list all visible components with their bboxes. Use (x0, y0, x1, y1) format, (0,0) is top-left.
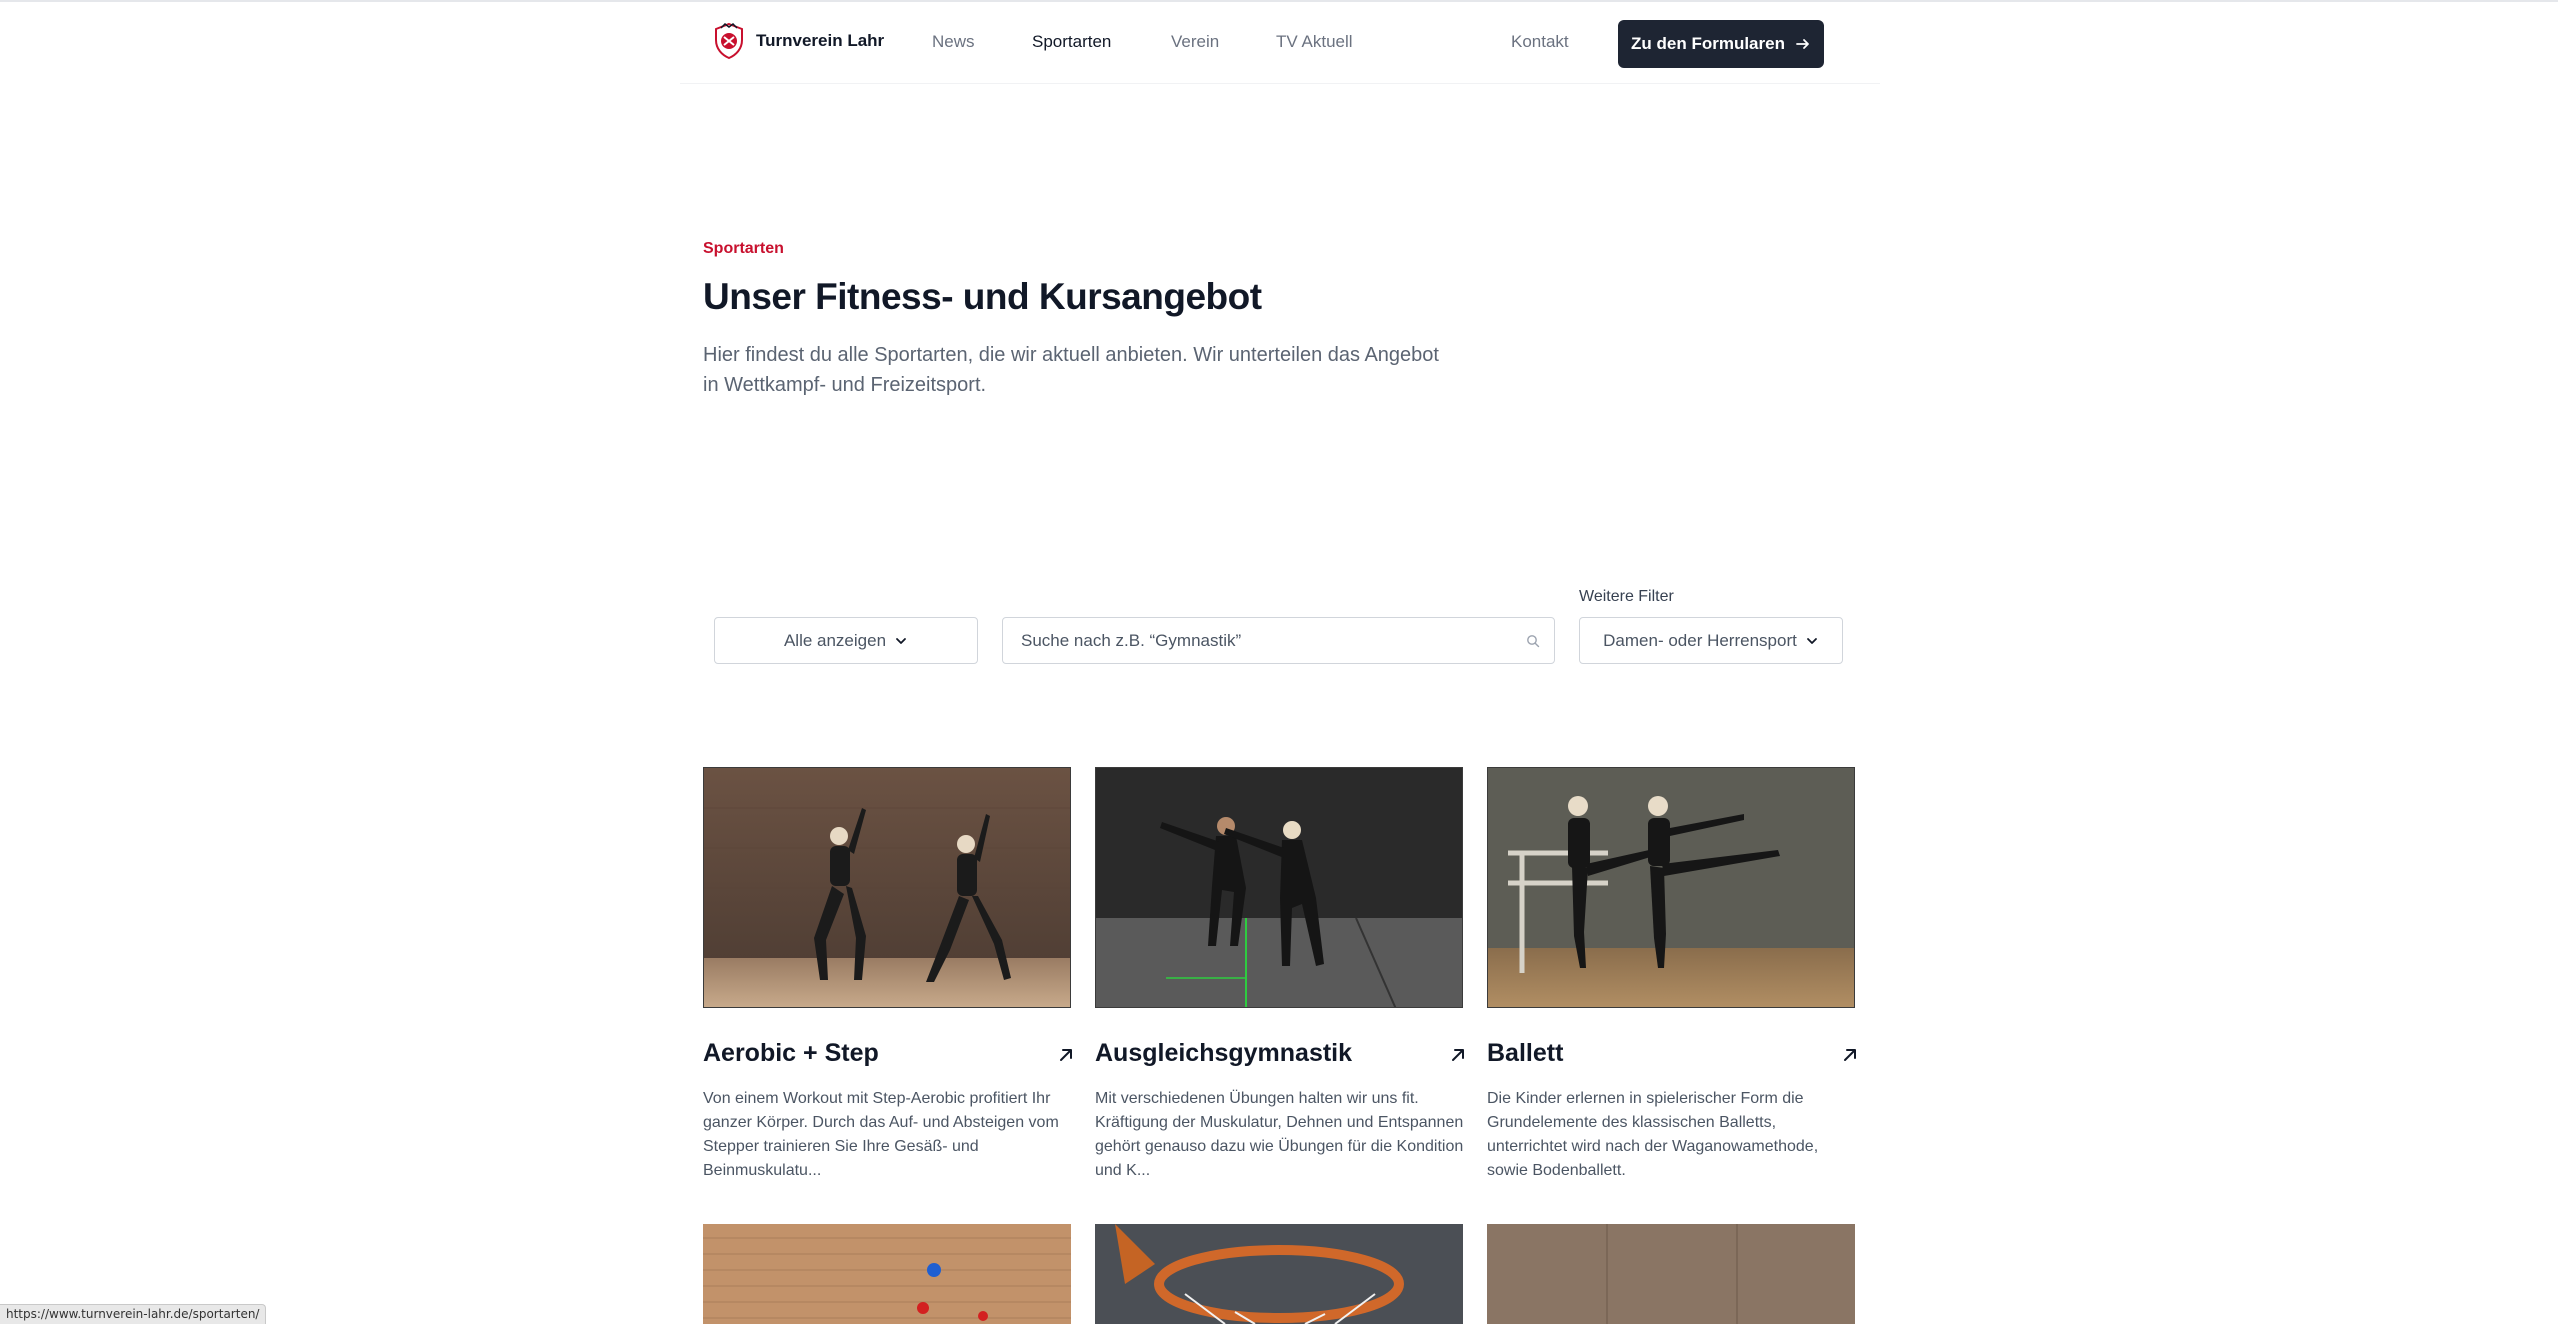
page-lead: Hier findest du alle Sportarten, die wir… (703, 344, 1439, 396)
sport-card-title[interactable]: Ausgleichsgymnastik (1095, 1039, 1352, 1068)
sport-card-ausgleichsgymnastik[interactable]: Ausgleichsgymnastik Mit verschiedenen Üb… (1095, 767, 1464, 1179)
sport-card-title[interactable]: Aerobic + Step (703, 1039, 879, 1068)
sport-card-image[interactable] (1095, 767, 1463, 1008)
sport-card-row2-2[interactable] (1095, 1224, 1463, 1324)
sport-card-description: Die Kinder erlernen in spielerischer For… (1487, 1090, 1819, 1179)
page-title: Unser Fitness- und Kursangebot (703, 276, 1262, 317)
nav-tv-aktuell[interactable]: TV Aktuell (1276, 32, 1353, 52)
section-eyebrow: Sportarten (703, 240, 784, 257)
arrow-right-icon (1796, 39, 1809, 49)
nav-verein[interactable]: Verein (1171, 32, 1219, 52)
sport-card-aerobic[interactable]: Aerobic + Step Von einem Workout mit Ste… (703, 767, 1072, 1179)
gender-select[interactable]: Damen- oder Herrensport (1579, 617, 1843, 664)
chevron-down-icon (1806, 637, 1817, 644)
category-select-value: Alle anzeigen (783, 630, 887, 650)
nav-sportarten[interactable]: Sportarten (1032, 32, 1111, 52)
logo-text: Turnverein Lahr (756, 31, 885, 50)
category-select[interactable]: Alle anzeigen (714, 617, 978, 664)
sport-card-row2-3[interactable] (1487, 1224, 1855, 1324)
search-input[interactable] (1021, 628, 1501, 654)
sport-card-image[interactable] (1095, 1224, 1463, 1324)
sport-card-description: Von einem Workout mit Step-Aerobic profi… (703, 1090, 1059, 1179)
search-icon (1527, 635, 1540, 648)
nav-kontakt[interactable]: Kontakt (1511, 32, 1569, 52)
chevron-down-icon (896, 637, 906, 644)
site-header: Turnverein Lahr News Sportarten Verein T… (680, 2, 1880, 84)
sport-card-ballett[interactable]: Ballett Die Kinder erlernen in spieleris… (1487, 767, 1856, 1179)
sport-card-title[interactable]: Ballett (1487, 1039, 1563, 1068)
sport-card-description: Mit verschiedenen Übungen halten wir uns… (1095, 1090, 1464, 1179)
club-crest-icon (715, 22, 743, 60)
sport-card-image[interactable] (1487, 1224, 1855, 1324)
nav-news[interactable]: News (932, 32, 975, 52)
arrow-up-right-icon[interactable] (1449, 1046, 1467, 1064)
more-filters-label: Weitere Filter (1579, 588, 1674, 605)
forms-button-label: Zu den Formularen (1631, 34, 1785, 53)
logo[interactable]: Turnverein Lahr (712, 22, 884, 60)
gender-select-value: Damen- oder Herrensport (1603, 630, 1797, 650)
arrow-up-right-icon[interactable] (1057, 1046, 1075, 1064)
sport-card-image[interactable] (703, 1224, 1071, 1324)
search-box[interactable] (1002, 617, 1555, 664)
sport-card-image[interactable] (703, 767, 1071, 1008)
forms-button[interactable]: Zu den Formularen (1618, 20, 1824, 68)
sport-card-image[interactable] (1487, 767, 1855, 1008)
arrow-up-right-icon[interactable] (1841, 1046, 1859, 1064)
browser-status-url: https://www.turnverein-lahr.de/sportarte… (0, 1304, 267, 1324)
sport-card-row2-1[interactable] (703, 1224, 1071, 1324)
